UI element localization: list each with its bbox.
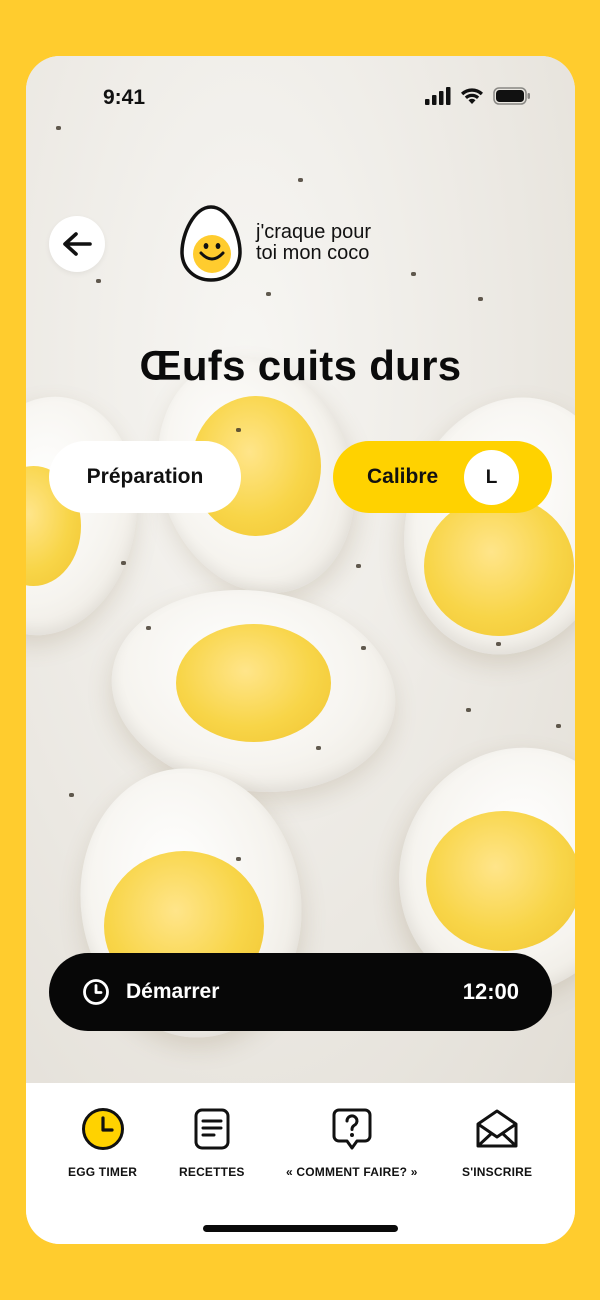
envelope-icon — [476, 1109, 518, 1148]
status-bar: 9:41 — [26, 56, 575, 136]
bottom-tab-bar: EGG TIMER RECETTES « COMMENT FAIRE? » S'… — [26, 1083, 575, 1244]
tab-s-inscrire[interactable]: S'INSCRIRE — [462, 1107, 532, 1179]
tab-label: « COMMENT FAIRE? » — [286, 1165, 418, 1179]
calibre-label: Calibre — [367, 465, 439, 488]
clock-icon — [83, 979, 109, 1005]
phone-screen: 9:41 j'craque pour toi mon coco Œufs cui… — [26, 56, 575, 1244]
home-indicator — [203, 1225, 398, 1232]
tab-egg-timer[interactable]: EGG TIMER — [68, 1107, 137, 1179]
calibre-button[interactable]: Calibre L — [333, 441, 552, 513]
page-title: Œufs cuits durs — [139, 342, 462, 389]
start-label: Démarrer — [126, 980, 220, 1003]
brand-name: j'craque pour toi mon coco — [256, 222, 426, 264]
document-icon — [194, 1108, 230, 1150]
tab-comment-faire[interactable]: « COMMENT FAIRE? » — [286, 1107, 418, 1179]
status-time: 9:41 — [103, 86, 146, 109]
clock-icon — [81, 1108, 124, 1150]
tab-label: RECETTES — [179, 1165, 245, 1179]
brand-line-2: toi mon coco — [256, 242, 370, 264]
tab-recettes[interactable]: RECETTES — [179, 1107, 245, 1179]
calibre-size-badge: L — [464, 450, 519, 505]
question-bubble-icon — [332, 1108, 372, 1150]
tab-label: EGG TIMER — [68, 1165, 138, 1179]
calibre-value: L — [464, 450, 519, 505]
brand-logo: j'craque pour toi mon coco — [179, 204, 426, 282]
start-timer-button[interactable]: Démarrer 12:00 — [49, 953, 552, 1031]
battery-icon — [493, 87, 530, 105]
cellular-signal-icon — [425, 87, 451, 105]
preparation-button[interactable]: Préparation — [49, 441, 241, 513]
tab-label: S'INSCRIRE — [462, 1165, 533, 1179]
brand-line-1: j'craque pour — [256, 221, 371, 243]
arrow-left-icon — [63, 232, 92, 256]
preparation-label: Préparation — [86, 465, 204, 488]
wifi-icon — [461, 88, 483, 104]
smiling-egg-logo-icon — [180, 205, 242, 282]
back-button[interactable] — [49, 216, 105, 272]
timer-duration: 12:00 — [462, 979, 519, 1004]
status-icons — [425, 87, 531, 105]
